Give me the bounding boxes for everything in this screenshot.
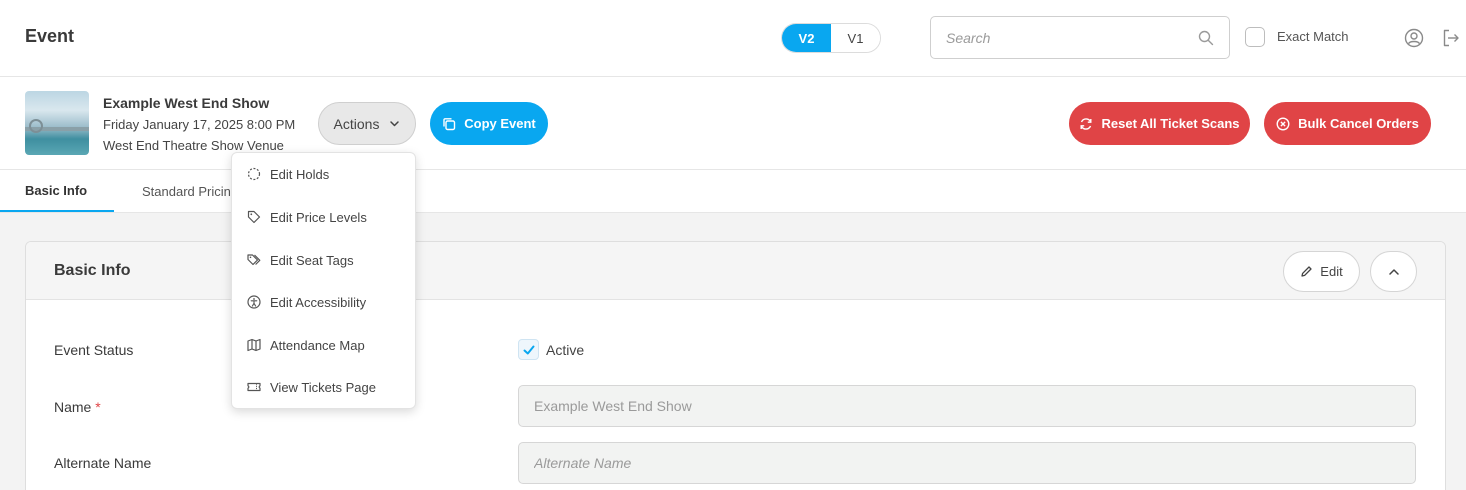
search-input[interactable]	[931, 17, 1191, 58]
name-label-text: Name	[54, 399, 92, 415]
tag-icon	[247, 210, 261, 224]
edit-button[interactable]: Edit	[1283, 251, 1360, 292]
cancel-circle-icon	[1276, 116, 1290, 131]
ticket-icon	[247, 382, 261, 392]
tab-standard-pricing[interactable]: Standard Pricing	[142, 170, 238, 212]
tab-basic-info[interactable]: Basic Info	[0, 170, 114, 212]
thumbnail-wheel	[29, 119, 43, 133]
actions-label: Actions	[333, 115, 380, 132]
menu-item-edit-holds[interactable]: Edit Holds	[232, 153, 415, 195]
version-v2-button[interactable]: V2	[782, 24, 831, 52]
map-icon	[247, 338, 261, 352]
required-marker: *	[95, 399, 101, 415]
actions-dropdown-menu: Edit Holds Edit Price Levels Edit Seat T…	[231, 152, 416, 409]
event-venue: West End Theatre Show Venue	[103, 138, 284, 153]
accessibility-icon	[247, 295, 261, 309]
event-name: Example West End Show	[103, 95, 270, 111]
menu-item-edit-seat-tags[interactable]: Edit Seat Tags	[232, 239, 415, 281]
copy-event-label: Copy Event	[464, 116, 536, 131]
exact-match-checkbox[interactable]	[1245, 27, 1265, 47]
menu-item-label: Edit Price Levels	[270, 209, 367, 225]
tab-bar: Basic Info Standard Pricing	[0, 169, 1466, 213]
top-bar: Event V2 V1 Exact Match	[0, 0, 1466, 77]
menu-item-label: Edit Accessibility	[270, 294, 367, 310]
card-title: Basic Info	[54, 262, 131, 279]
name-label: Name *	[54, 399, 101, 415]
bulk-cancel-orders-button[interactable]: Bulk Cancel Orders	[1264, 102, 1431, 145]
bulk-cancel-orders-label: Bulk Cancel Orders	[1298, 116, 1419, 131]
menu-item-edit-accessibility[interactable]: Edit Accessibility	[232, 281, 415, 323]
event-date: Friday January 17, 2025 8:00 PM	[103, 117, 296, 132]
dashed-circle-icon	[247, 167, 261, 181]
event-status-label: Event Status	[54, 342, 134, 358]
actions-button[interactable]: Actions	[318, 102, 416, 145]
menu-item-label: Edit Holds	[270, 166, 330, 182]
version-toggle[interactable]: V2 V1	[781, 23, 881, 53]
reset-ticket-scans-button[interactable]: Reset All Ticket Scans	[1069, 102, 1250, 145]
menu-item-label: Attendance Map	[270, 337, 365, 353]
chevron-down-icon	[390, 121, 400, 127]
alternate-name-field[interactable]	[518, 442, 1416, 484]
page-title: Event	[25, 26, 75, 46]
version-v1-button[interactable]: V1	[831, 24, 880, 52]
checkmark-icon	[523, 345, 534, 354]
alternate-name-label: Alternate Name	[54, 455, 152, 471]
user-circle-icon[interactable]	[1404, 28, 1424, 48]
menu-item-label: Edit Seat Tags	[270, 252, 354, 268]
search-icon[interactable]	[1198, 30, 1214, 46]
menu-item-attendance-map[interactable]: Attendance Map	[232, 324, 415, 366]
search-box	[930, 16, 1230, 59]
edit-label: Edit	[1320, 264, 1343, 279]
menu-item-label: View Tickets Page	[270, 379, 376, 395]
reset-ticket-scans-label: Reset All Ticket Scans	[1101, 116, 1240, 131]
active-checkbox[interactable]	[518, 339, 539, 360]
exact-match-label: Exact Match	[1277, 29, 1349, 44]
copy-event-button[interactable]: Copy Event	[430, 102, 548, 145]
event-thumbnail	[25, 91, 89, 155]
copy-icon	[443, 117, 456, 130]
logout-icon[interactable]	[1441, 28, 1461, 48]
menu-item-view-tickets-page[interactable]: View Tickets Page	[232, 366, 415, 408]
tags-icon	[247, 254, 261, 266]
menu-item-edit-price-levels[interactable]: Edit Price Levels	[232, 196, 415, 238]
active-label: Active	[546, 342, 585, 358]
name-field[interactable]	[518, 385, 1416, 427]
pencil-icon	[1301, 266, 1312, 277]
refresh-icon	[1080, 117, 1092, 130]
collapse-button[interactable]	[1370, 251, 1417, 292]
chevron-up-icon	[1388, 268, 1399, 275]
